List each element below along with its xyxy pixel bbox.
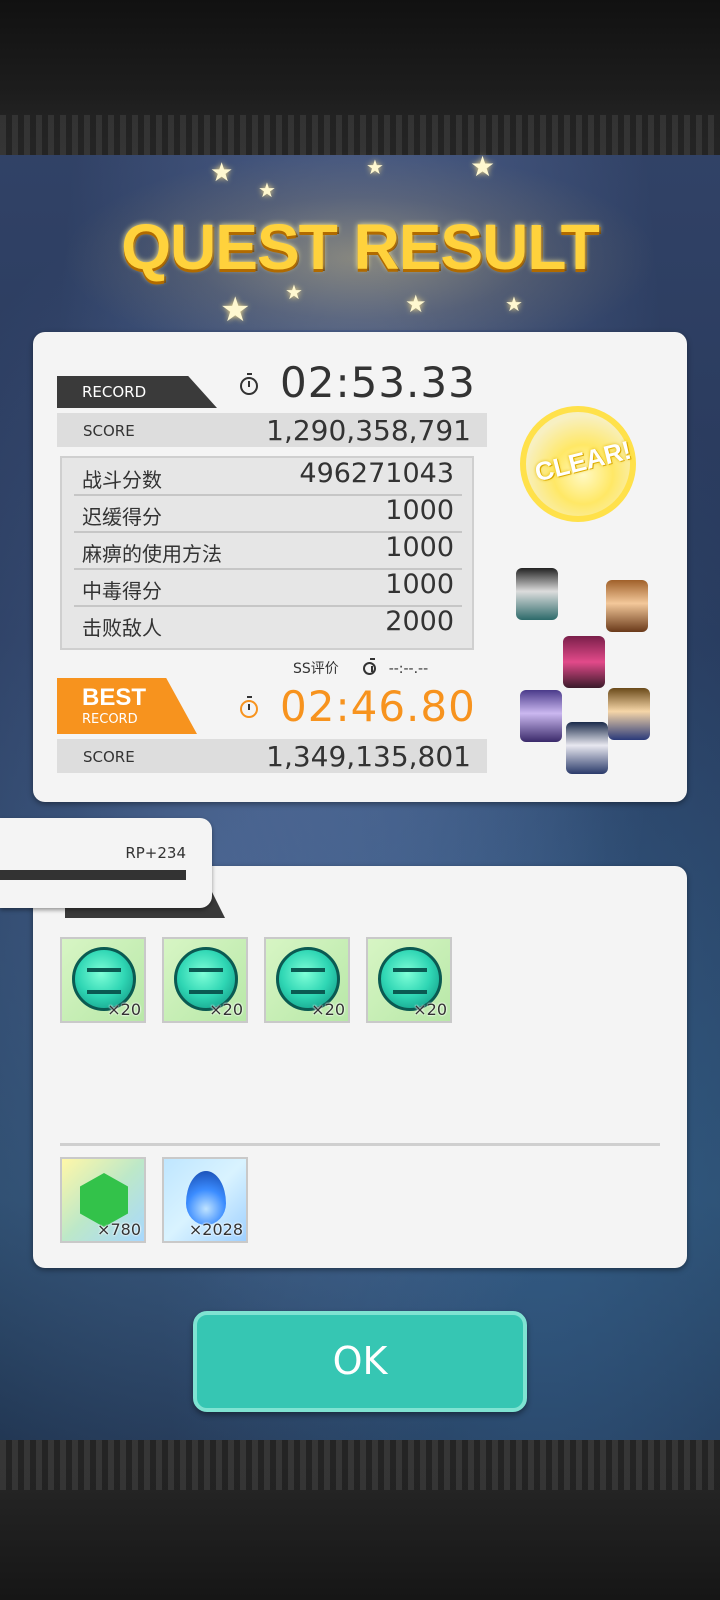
timer-icon bbox=[240, 696, 258, 718]
breakdown-label: 击败敌人 bbox=[82, 616, 162, 640]
top-frame bbox=[0, 0, 720, 155]
score-label: SCORE bbox=[83, 748, 135, 766]
score-breakdown: 战斗分数 496271043 迟缓得分 1000 麻痹的使用方法 1000 中毒… bbox=[60, 456, 474, 650]
party-character-sprite bbox=[608, 688, 650, 740]
breakdown-label: 中毒得分 bbox=[82, 579, 162, 603]
best-score-value: 1,349,135,801 bbox=[266, 740, 471, 773]
reward-count: ×20 bbox=[209, 1000, 243, 1019]
rp-gain-text: RP+234 bbox=[125, 844, 186, 862]
ok-button[interactable]: OK bbox=[193, 1311, 527, 1412]
breakdown-row: 麻痹的使用方法 1000 bbox=[74, 532, 462, 570]
green-gem-icon bbox=[80, 1173, 128, 1227]
reward-count: ×780 bbox=[97, 1220, 141, 1239]
breakdown-row: 战斗分数 496271043 bbox=[74, 458, 462, 496]
star-icon: ★ bbox=[220, 290, 251, 330]
breakdown-row: 中毒得分 1000 bbox=[74, 569, 462, 607]
timer-icon bbox=[363, 658, 377, 675]
reward-count: ×2028 bbox=[188, 1220, 243, 1239]
breakdown-row: 迟缓得分 1000 bbox=[74, 495, 462, 533]
reward-count: ×20 bbox=[311, 1000, 345, 1019]
ss-rating-time: --:--.-- bbox=[388, 661, 429, 677]
breakdown-label: 迟缓得分 bbox=[82, 505, 162, 529]
reward-item[interactable]: ×20 bbox=[264, 937, 350, 1023]
reward-count: ×20 bbox=[413, 1000, 447, 1019]
clear-badge-text: CLEAR! bbox=[531, 434, 635, 488]
reward-count: ×20 bbox=[107, 1000, 141, 1019]
timer-icon bbox=[240, 373, 258, 395]
star-icon: ★ bbox=[366, 155, 384, 179]
ss-rating-label: SS评价 bbox=[293, 661, 339, 677]
bottom-frame bbox=[0, 1440, 720, 1600]
ss-rating-line: SS评价 --:--.-- bbox=[293, 658, 428, 678]
breakdown-label: 战斗分数 bbox=[82, 468, 162, 492]
breakdown-value: 1000 bbox=[385, 495, 454, 526]
reward-item[interactable]: ×20 bbox=[60, 937, 146, 1023]
breakdown-label: 麻痹的使用方法 bbox=[82, 542, 222, 566]
currency-reward[interactable]: ×780 bbox=[60, 1157, 146, 1243]
party-character-sprite bbox=[516, 568, 558, 620]
star-icon: ★ bbox=[405, 290, 427, 318]
breakdown-value: 1000 bbox=[385, 532, 454, 563]
breakdown-row: 击败敌人 2000 bbox=[74, 606, 462, 642]
star-icon: ★ bbox=[258, 178, 276, 202]
record-time: 02:53.33 bbox=[280, 358, 476, 407]
rp-progress-bar bbox=[0, 870, 186, 880]
star-icon: ★ bbox=[505, 292, 523, 316]
clear-badge: CLEAR! bbox=[520, 406, 636, 522]
party-character-sprite bbox=[520, 690, 562, 742]
rewards-divider bbox=[60, 1143, 660, 1146]
reward-item[interactable]: ×20 bbox=[162, 937, 248, 1023]
reward-item[interactable]: ×20 bbox=[366, 937, 452, 1023]
breakdown-value: 496271043 bbox=[299, 458, 454, 489]
party-character-sprite bbox=[606, 580, 648, 632]
record-score-bar: SCORE 1,290,358,791 bbox=[57, 413, 487, 447]
best-score-bar: SCORE 1,349,135,801 bbox=[57, 739, 487, 773]
rp-gain-box: RP+234 bbox=[0, 818, 212, 908]
star-icon: ★ bbox=[470, 150, 496, 183]
star-icon: ★ bbox=[210, 158, 234, 188]
record-score-value: 1,290,358,791 bbox=[266, 414, 471, 447]
best-tag-line2: RECORD bbox=[82, 712, 138, 727]
best-tag-line1: BEST bbox=[82, 684, 147, 711]
score-label: SCORE bbox=[83, 422, 135, 440]
party-character-sprite bbox=[566, 722, 608, 774]
best-time: 02:46.80 bbox=[280, 682, 476, 731]
breakdown-value: 2000 bbox=[385, 606, 454, 637]
breakdown-value: 1000 bbox=[385, 569, 454, 600]
blue-flame-icon bbox=[186, 1171, 226, 1225]
quest-result-title: QUEST RESULT bbox=[121, 211, 600, 283]
party-character-sprite bbox=[563, 636, 605, 688]
currency-reward[interactable]: ×2028 bbox=[162, 1157, 248, 1243]
